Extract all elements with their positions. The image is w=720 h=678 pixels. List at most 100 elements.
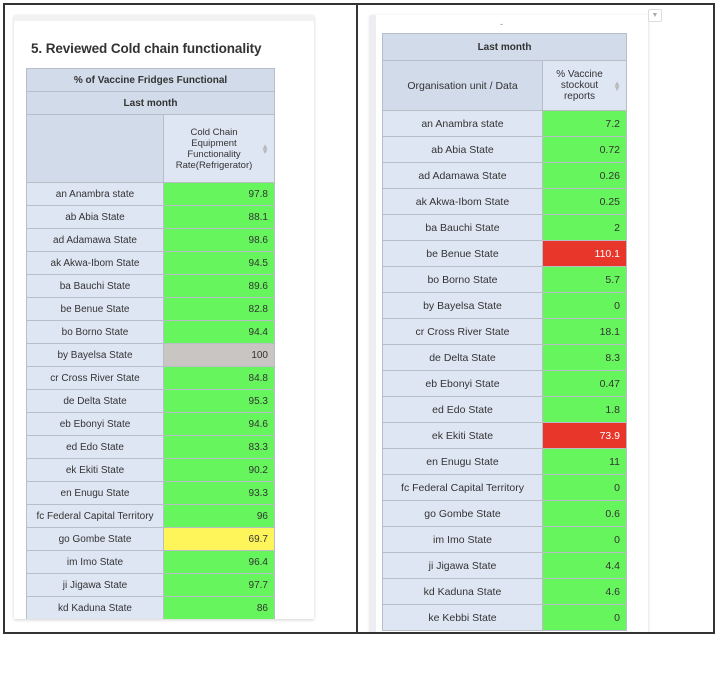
- table-row: be Benue State 82.8: [26, 297, 275, 321]
- indicator-value[interactable]: 97.7: [163, 573, 275, 597]
- indicator-value[interactable]: 0.72: [541, 136, 628, 163]
- org-unit-name: en Enugu State: [26, 481, 164, 505]
- indicator-value[interactable]: 84.8: [163, 366, 275, 390]
- indicator-value[interactable]: 89.6: [163, 274, 275, 298]
- table-row: ek Ekiti State 73.9: [382, 422, 628, 449]
- table-row: fc Federal Capital Territory 96: [26, 504, 275, 528]
- table-row: go Gombe State 0.6: [382, 500, 628, 527]
- indicator-value[interactable]: 93.3: [163, 481, 275, 505]
- indicator-value[interactable]: 90.2: [163, 458, 275, 482]
- indicator-value[interactable]: 5.7: [541, 266, 628, 293]
- stockout-card: - Last month Organisation unit / Data % …: [370, 15, 648, 632]
- org-unit-name: bo Borno State: [26, 320, 164, 344]
- indicator-value[interactable]: 96: [163, 504, 275, 528]
- indicator-value[interactable]: 0: [541, 292, 628, 319]
- indicator-value[interactable]: 1.8: [541, 396, 628, 423]
- indicator-value[interactable]: 18.1: [541, 318, 628, 345]
- indicator-value[interactable]: 95.3: [163, 389, 275, 413]
- org-unit-name: bo Borno State: [382, 266, 543, 293]
- table-row: ji Jigawa State 4.4: [382, 552, 628, 579]
- org-unit-name: de Delta State: [382, 344, 543, 371]
- indicator-value[interactable]: 94.4: [163, 320, 275, 344]
- stockout-pivot-table: Last month Organisation unit / Data % Va…: [381, 33, 628, 631]
- indicator-value[interactable]: 69.7: [163, 527, 275, 551]
- column-header-functionality[interactable]: Cold Chain Equipment Functionality Rate(…: [163, 114, 275, 183]
- indicator-value[interactable]: 98.6: [163, 228, 275, 252]
- org-unit-name: kd Kaduna State: [382, 578, 543, 605]
- org-unit-name: ek Ekiti State: [382, 422, 543, 449]
- indicator-value[interactable]: 96.4: [163, 550, 275, 574]
- indicator-value[interactable]: 0: [541, 604, 628, 631]
- org-unit-name: im Imo State: [26, 550, 164, 574]
- table-row: de Delta State 95.3: [26, 389, 275, 413]
- table-row: kd Kaduna State 86: [26, 596, 275, 619]
- table-row: im Imo State 96.4: [26, 550, 275, 574]
- table-row: im Imo State 0: [382, 526, 628, 553]
- indicator-value[interactable]: 82.8: [163, 297, 275, 321]
- clipped-caption-text: [6, 661, 10, 678]
- org-unit-name: fc Federal Capital Territory: [26, 504, 164, 528]
- indicator-value[interactable]: 110.1: [541, 240, 628, 267]
- indicator-value[interactable]: 0.26: [541, 162, 628, 189]
- sort-icon[interactable]: ▲ ▼: [261, 142, 269, 155]
- org-unit-name: be Benue State: [382, 240, 543, 267]
- table-row: kd Kaduna State 4.6: [382, 578, 628, 605]
- table-row: ke Kebbi State 0: [382, 604, 628, 631]
- org-unit-name: be Benue State: [26, 297, 164, 321]
- card-top-bar: [14, 15, 314, 21]
- indicator-value[interactable]: 8.3: [541, 344, 628, 371]
- header-period: Last month: [381, 33, 628, 61]
- indicator-value[interactable]: 73.9: [541, 422, 628, 449]
- table-row: bo Borno State 94.4: [26, 320, 275, 344]
- indicator-value[interactable]: 94.5: [163, 251, 275, 275]
- right-layout-cell: - Last month Organisation unit / Data % …: [358, 5, 713, 632]
- indicator-value[interactable]: 11: [541, 448, 628, 475]
- indicator-value[interactable]: 0.47: [541, 370, 628, 397]
- column-header-label: % Vaccine stockout reports: [556, 69, 603, 102]
- org-unit-name: ak Akwa-Ibom State: [382, 188, 543, 215]
- table-row: en Enugu State 11: [382, 448, 628, 475]
- indicator-value[interactable]: 7.2: [541, 110, 628, 137]
- card-left-bar: [370, 15, 376, 632]
- indicator-value[interactable]: 83.3: [163, 435, 275, 459]
- indicator-value[interactable]: 2: [541, 214, 628, 241]
- org-unit-name: ed Edo State: [382, 396, 543, 423]
- org-unit-name: eb Ebonyi State: [382, 370, 543, 397]
- row-header-label: Organisation unit / Data: [382, 60, 543, 111]
- indicator-value[interactable]: 100: [163, 343, 275, 367]
- sort-icon[interactable]: ▲ ▼: [613, 79, 621, 92]
- table-row: ad Adamawa State 0.26: [382, 162, 628, 189]
- column-header-stockout[interactable]: % Vaccine stockout reports ▲ ▼: [541, 60, 628, 111]
- header-indicator: % of Vaccine Fridges Functional: [26, 68, 275, 92]
- indicator-value[interactable]: 88.1: [163, 205, 275, 229]
- dropdown-arrow-icon[interactable]: ▼: [648, 9, 662, 22]
- indicator-value[interactable]: 0.6: [541, 500, 628, 527]
- card-subtitle: -: [500, 19, 503, 29]
- indicator-value[interactable]: 86: [163, 596, 275, 619]
- indicator-value[interactable]: 0.25: [541, 188, 628, 215]
- table-row: en Enugu State 93.3: [26, 481, 275, 505]
- indicator-value[interactable]: 4.4: [541, 552, 628, 579]
- table-row: de Delta State 8.3: [382, 344, 628, 371]
- table-row: ek Ekiti State 90.2: [26, 458, 275, 482]
- org-unit-name: ji Jigawa State: [382, 552, 543, 579]
- org-unit-name: an Anambra state: [26, 182, 164, 206]
- indicator-value[interactable]: 94.6: [163, 412, 275, 436]
- table-row: ad Adamawa State 98.6: [26, 228, 275, 252]
- org-unit-name: de Delta State: [26, 389, 164, 413]
- table-row: ed Edo State 83.3: [26, 435, 275, 459]
- org-unit-name: ba Bauchi State: [26, 274, 164, 298]
- column-header-label: Cold Chain Equipment Functionality Rate(…: [175, 126, 253, 171]
- table-row: by Bayelsa State 100: [26, 343, 275, 367]
- org-unit-name: eb Ebonyi State: [26, 412, 164, 436]
- org-unit-name: en Enugu State: [382, 448, 543, 475]
- org-unit-name: fc Federal Capital Territory: [382, 474, 543, 501]
- table-row: bo Borno State 5.7: [382, 266, 628, 293]
- indicator-value[interactable]: 0: [541, 526, 628, 553]
- org-unit-name: ji Jigawa State: [26, 573, 164, 597]
- table-row: an Anambra state 7.2: [382, 110, 628, 137]
- indicator-value[interactable]: 97.8: [163, 182, 275, 206]
- org-unit-name: ab Abia State: [26, 205, 164, 229]
- indicator-value[interactable]: 4.6: [541, 578, 628, 605]
- indicator-value[interactable]: 0: [541, 474, 628, 501]
